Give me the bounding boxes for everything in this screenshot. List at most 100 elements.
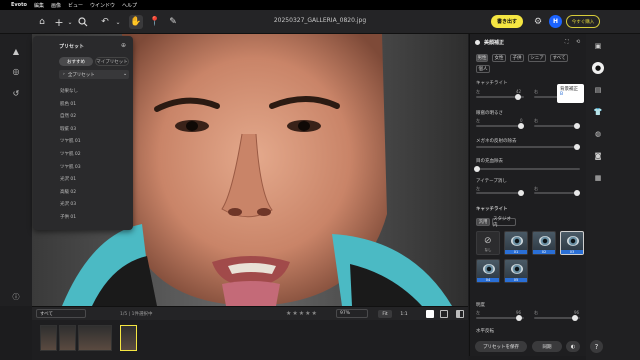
glasses-reflection-knob[interactable]	[574, 144, 580, 150]
undo-icon[interactable]: ↶	[98, 15, 112, 29]
catchlight-tile[interactable]: 03	[560, 231, 584, 255]
preset-icon[interactable]: ▲	[9, 44, 23, 58]
brightness-right-knob[interactable]	[572, 315, 578, 321]
brush-icon[interactable]: ✎	[166, 15, 180, 29]
catchlight-tile[interactable]: 02	[532, 231, 556, 255]
compare-icon[interactable]: ◐	[566, 341, 580, 352]
eye-tape-left-knob[interactable]	[518, 190, 524, 196]
menu-edit[interactable]: 編集	[34, 2, 44, 9]
help-icon[interactable]: ?	[590, 340, 603, 353]
preset-item[interactable]: 光沢 01	[60, 176, 76, 182]
catchlight-tile-label: 04	[477, 278, 499, 282]
preset-item[interactable]: 光沢 03	[60, 201, 76, 207]
preset-item[interactable]: 肌色 01	[60, 101, 76, 107]
layers-icon[interactable]: ▦	[592, 172, 604, 184]
split-view-icon[interactable]	[456, 310, 464, 318]
film-thumb-4[interactable]	[120, 325, 137, 351]
camera-icon[interactable]: ▣	[592, 40, 604, 52]
catchlight-none-tile[interactable]: ⊘ なし	[476, 231, 500, 255]
upgrade-button[interactable]: 今すぐ購入	[566, 15, 600, 28]
filter-select-value: すべて	[40, 311, 54, 317]
zoom-select[interactable]: 97%	[336, 309, 368, 318]
left-rail: ▲ ◎ ↺ ⓘ	[0, 34, 32, 306]
portrait-icon[interactable]: ◍	[592, 128, 604, 140]
catchlight-tab-studio[interactable]: スタジオ内	[492, 217, 516, 228]
info-icon[interactable]: ⓘ	[9, 290, 23, 304]
catchlight-tab-generic[interactable]: 汎用	[476, 218, 490, 226]
glasses-reflection-slider[interactable]	[476, 146, 580, 148]
preset-item[interactable]: ツヤ肌 02	[60, 151, 81, 157]
face-retouch-icon[interactable]: ●	[592, 62, 604, 74]
preset-item[interactable]: 自然 02	[60, 113, 76, 119]
eye-tape-left-slider[interactable]	[476, 192, 524, 194]
fit-button[interactable]: Fit	[378, 310, 392, 318]
settings-icon[interactable]: ⚙	[531, 15, 545, 29]
menu-help[interactable]: ヘルプ	[122, 2, 137, 9]
eye-socket-left-slider[interactable]	[476, 125, 524, 127]
menu-view[interactable]: ビュー	[68, 2, 83, 9]
history-icon[interactable]: ↺	[9, 86, 23, 100]
catchlight-tile[interactable]: 01	[504, 231, 528, 255]
film-thumb-3[interactable]	[78, 325, 112, 351]
search-icon[interactable]	[76, 15, 90, 29]
clothing-icon[interactable]: 👕	[592, 106, 604, 118]
reset-icon[interactable]: ⟲	[576, 39, 580, 45]
catchlight-left-knob[interactable]	[515, 94, 521, 100]
avatar[interactable]: H	[549, 15, 562, 28]
chevron-down-icon: ⌄	[123, 71, 128, 77]
undo-menu-icon[interactable]: ⌄	[111, 15, 125, 29]
scope-tab-male[interactable]: 男性	[476, 54, 488, 62]
filter-select[interactable]: すべて	[36, 309, 86, 318]
scope-tab-all[interactable]: すべて	[550, 54, 568, 62]
tab-my-presets[interactable]: マイプリセット	[95, 57, 129, 66]
preset-item[interactable]: ツヤ肌 01	[60, 138, 81, 144]
preset-item[interactable]: 子供 01	[60, 214, 76, 220]
eye-socket-left-knob[interactable]	[518, 123, 524, 129]
sync-button[interactable]: 同期	[532, 341, 562, 352]
eye-socket-right-label: 右	[534, 118, 538, 123]
preset-group-select[interactable]: › 全プリセット	[59, 70, 129, 79]
background-icon[interactable]: ▤	[592, 84, 604, 96]
eye-tape-right-knob[interactable]	[574, 190, 580, 196]
scope-tab-person[interactable]: 個人	[476, 65, 490, 73]
eye-preview-icon	[567, 236, 579, 246]
catchlight-tile[interactable]: 04	[476, 259, 500, 283]
scope-tab-senior[interactable]: シニア	[528, 54, 546, 62]
brightness-right-label: 右	[534, 310, 538, 315]
menu-image[interactable]: 画像	[51, 2, 61, 9]
camera-raw-icon[interactable]: ◙	[592, 150, 604, 162]
film-thumb-1[interactable]	[40, 325, 57, 351]
preset-item[interactable]: 効果なし	[60, 88, 78, 94]
preset-item[interactable]: 瑕疵 03	[60, 126, 76, 132]
add-preset-icon[interactable]: ⊕	[121, 42, 126, 49]
eye-tape-label: アイテープ消し	[476, 179, 507, 184]
red-eye-slider[interactable]	[476, 168, 580, 170]
scope-tab-child[interactable]: 子供	[510, 54, 524, 62]
eye-preview-icon	[539, 236, 551, 246]
filter-icon[interactable]: ◎	[9, 64, 23, 78]
export-button[interactable]: 書き出す	[491, 15, 523, 28]
chevron-down-icon[interactable]: ⌄	[63, 15, 77, 29]
home-icon[interactable]: ⌂	[35, 15, 49, 29]
menu-app[interactable]: Evoto	[11, 2, 27, 8]
expand-icon[interactable]: ⛶	[565, 39, 569, 45]
white-square-icon[interactable]	[426, 310, 434, 318]
hand-icon[interactable]: ✋	[129, 15, 143, 29]
one-to-one-button[interactable]: 1:1	[398, 310, 410, 318]
pin-icon[interactable]: 📍	[148, 15, 162, 29]
film-thumb-2[interactable]	[59, 325, 76, 351]
rating-stars[interactable]: ★★★★★	[286, 310, 318, 317]
scope-tab-female[interactable]: 女性	[492, 54, 506, 62]
preset-item[interactable]: 高級 02	[60, 189, 76, 195]
tab-recommended[interactable]: おすすめ	[59, 57, 93, 66]
eye-socket-right-knob[interactable]	[574, 123, 580, 129]
menu-window[interactable]: ウインドウ	[90, 2, 115, 9]
preset-item[interactable]: ツヤ肌 03	[60, 164, 81, 170]
red-eye-knob[interactable]	[474, 166, 480, 172]
save-preset-button[interactable]: プリセットを保存	[475, 341, 527, 352]
menubar: Evoto 編集 画像 ビュー ウインドウ ヘルプ	[0, 0, 640, 10]
compare-view-icon[interactable]	[440, 310, 448, 318]
bottom-bar: すべて 1/5 | 1件選択中 ★★★★★ 97% Fit 1:1	[32, 306, 468, 320]
brightness-left-knob[interactable]	[516, 315, 522, 321]
catchlight-tile[interactable]: 05	[504, 259, 528, 283]
